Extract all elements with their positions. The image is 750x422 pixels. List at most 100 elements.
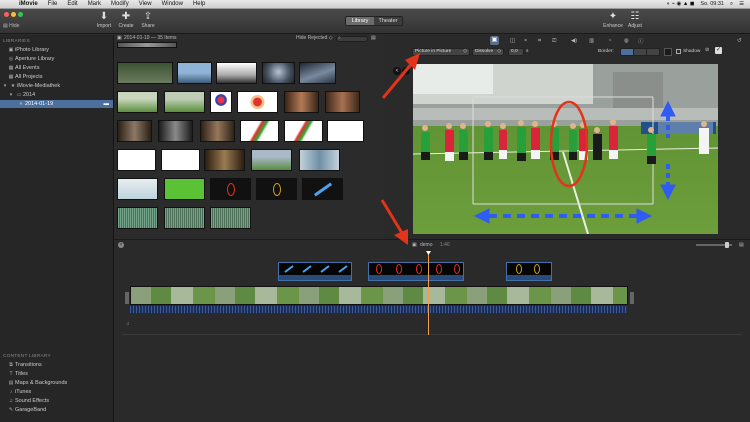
enhance-button[interactable]: ✦ Enhance bbox=[602, 11, 624, 29]
content-item-maps[interactable]: ▤ Maps & Backgrounds bbox=[0, 379, 113, 387]
content-item-itunes[interactable]: ♪ iTunes bbox=[0, 388, 113, 396]
clip-thumbnail[interactable] bbox=[216, 62, 257, 84]
menu-modify[interactable]: Modify bbox=[106, 1, 134, 7]
disclosure-triangle-icon[interactable]: ▾ bbox=[1, 82, 9, 90]
clip-thumbnail[interactable] bbox=[284, 91, 319, 113]
clip-thumbnail[interactable] bbox=[117, 120, 152, 142]
import-button[interactable]: ⬇ Import bbox=[93, 11, 115, 29]
audio-clip-thumbnail[interactable] bbox=[210, 207, 251, 229]
main-video-track[interactable] bbox=[130, 286, 628, 305]
sidebar-item-aperture[interactable]: ◎ Aperture Library bbox=[0, 55, 113, 63]
sidebar-item-all-projects[interactable]: ▦ All Projects bbox=[0, 73, 113, 81]
track-start-handle[interactable] bbox=[125, 292, 129, 304]
timeline-settings-icon[interactable]: ▤ bbox=[739, 240, 744, 250]
share-button[interactable]: ⇪ Share bbox=[137, 11, 159, 29]
status-icons[interactable]: ◐ ⌁ ◉ ▲ ◼ bbox=[667, 1, 695, 7]
border-color-swatch[interactable] bbox=[664, 48, 672, 56]
clip-thumbnail[interactable] bbox=[262, 62, 295, 84]
border-none-option[interactable] bbox=[621, 49, 633, 55]
clip-thumbnail[interactable] bbox=[117, 178, 158, 200]
close-window-button[interactable] bbox=[4, 12, 9, 17]
clip-thumbnail[interactable] bbox=[237, 91, 278, 113]
shadow-checkbox[interactable] bbox=[676, 49, 681, 54]
clip-thumbnail[interactable] bbox=[210, 91, 232, 113]
sidebar-item-mediathek[interactable]: ▾ ★ iMovie-Mediathek bbox=[0, 82, 113, 90]
menu-edit[interactable]: Edit bbox=[62, 1, 82, 7]
clip-thumbnail[interactable] bbox=[117, 91, 158, 113]
content-item-garageband[interactable]: ✎ GarageBand bbox=[0, 406, 113, 414]
zoom-window-button[interactable] bbox=[18, 12, 23, 17]
playhead-marker-icon[interactable] bbox=[426, 251, 431, 255]
clip-thumbnail[interactable] bbox=[117, 62, 173, 84]
clip-thumbnail[interactable] bbox=[240, 120, 279, 142]
overlay-clip-blue-arrow[interactable] bbox=[278, 262, 352, 281]
speed-icon[interactable]: ◔ bbox=[608, 38, 611, 44]
apply-checkmark-icon[interactable]: ✓ bbox=[715, 47, 722, 54]
clip-thumbnail[interactable] bbox=[302, 178, 343, 200]
create-button[interactable]: ✚ Create bbox=[115, 11, 137, 29]
minimize-window-button[interactable] bbox=[11, 12, 16, 17]
sidebar-item-all-events[interactable]: ▦ All Events bbox=[0, 64, 113, 72]
sidebar-item-2014[interactable]: ▾ ▭ 2014 bbox=[0, 91, 113, 99]
menu-mark[interactable]: Mark bbox=[83, 1, 106, 7]
search-field[interactable]: ⌕ bbox=[336, 35, 368, 42]
menu-window[interactable]: Window bbox=[157, 1, 188, 7]
clip-thumbnail[interactable] bbox=[204, 149, 245, 171]
clip-thumbnail[interactable] bbox=[161, 149, 200, 171]
clip-thumbnail[interactable] bbox=[177, 62, 212, 84]
content-item-transitions[interactable]: ⧉ Transitions bbox=[0, 361, 113, 369]
clip-thumbnail[interactable] bbox=[117, 42, 177, 48]
content-item-sound-effects[interactable]: ♫ Sound Effects bbox=[0, 397, 113, 405]
clip-appearance-icon[interactable]: ▤ bbox=[371, 35, 376, 42]
audio-waveform-track[interactable] bbox=[130, 306, 628, 313]
clip-thumbnail[interactable] bbox=[325, 91, 360, 113]
menu-help[interactable]: Help bbox=[188, 1, 210, 7]
tab-theater[interactable]: Theater bbox=[374, 17, 402, 25]
notification-center-icon[interactable]: ☰ bbox=[739, 1, 744, 7]
hide-rejected-dropdown[interactable]: Hide Rejected ◇ bbox=[296, 35, 333, 42]
clip-thumbnail[interactable] bbox=[200, 120, 235, 142]
tab-library[interactable]: Library bbox=[346, 17, 374, 25]
playhead[interactable] bbox=[428, 253, 429, 335]
clip-thumbnail[interactable] bbox=[284, 120, 323, 142]
crop-icon[interactable]: ⌗ bbox=[538, 38, 541, 45]
spotlight-icon[interactable]: ⌕ bbox=[730, 1, 733, 8]
clip-thumbnail[interactable] bbox=[117, 149, 156, 171]
content-item-titles[interactable]: T Titles bbox=[0, 370, 113, 378]
pip-swap-icon[interactable]: ⊘ bbox=[705, 48, 709, 53]
close-project-icon[interactable]: × bbox=[118, 242, 124, 248]
clip-thumbnail[interactable] bbox=[210, 178, 251, 200]
stabilization-icon[interactable]: ⎚ bbox=[552, 38, 556, 45]
border-thin-option[interactable] bbox=[633, 49, 646, 55]
clip-thumbnail[interactable] bbox=[251, 149, 292, 171]
reset-all-icon[interactable]: ↺ bbox=[737, 38, 742, 44]
overlay-clip-red-oval[interactable] bbox=[368, 262, 464, 281]
menu-view[interactable]: View bbox=[134, 1, 157, 7]
hide-sidebar-button[interactable]: ▤ Hide bbox=[3, 23, 19, 29]
menu-imovie[interactable]: iMovie bbox=[14, 1, 43, 7]
clip-info-icon[interactable]: ⓘ bbox=[638, 37, 644, 45]
clip-thumbnail[interactable] bbox=[158, 120, 193, 142]
track-end-handle[interactable] bbox=[630, 292, 634, 304]
menu-file[interactable]: File bbox=[43, 1, 63, 7]
clip-thumbnail[interactable] bbox=[256, 178, 297, 200]
audio-clip-thumbnail[interactable] bbox=[164, 207, 205, 229]
color-balance-icon[interactable]: ◫ bbox=[510, 38, 515, 44]
disclosure-triangle-icon[interactable]: ▾ bbox=[7, 91, 15, 99]
sidebar-item-iphoto[interactable]: ▣ iPhoto Library bbox=[0, 46, 113, 54]
clip-filter-icon[interactable]: ◍ bbox=[624, 38, 629, 44]
adjust-button[interactable]: ☷ Adjust bbox=[624, 11, 646, 29]
clip-thumbnail[interactable] bbox=[299, 62, 336, 84]
clip-thumbnail[interactable] bbox=[299, 149, 340, 171]
clip-thumbnail[interactable] bbox=[164, 178, 205, 200]
volume-icon[interactable]: ◀) bbox=[571, 38, 577, 44]
clip-thumbnail[interactable] bbox=[164, 91, 205, 113]
video-overlay-settings-icon[interactable]: ▣ bbox=[490, 36, 499, 45]
overlay-clip-yellow-oval[interactable] bbox=[506, 262, 552, 281]
audio-clip-thumbnail[interactable] bbox=[117, 207, 158, 229]
menubar-clock[interactable]: So. 09:31 bbox=[700, 1, 724, 7]
music-well-icon[interactable]: ♫ bbox=[126, 321, 130, 327]
noise-reduction-icon[interactable]: ▥ bbox=[589, 38, 594, 44]
border-thick-option[interactable] bbox=[646, 49, 659, 55]
timeline-zoom-knob[interactable] bbox=[725, 242, 729, 248]
